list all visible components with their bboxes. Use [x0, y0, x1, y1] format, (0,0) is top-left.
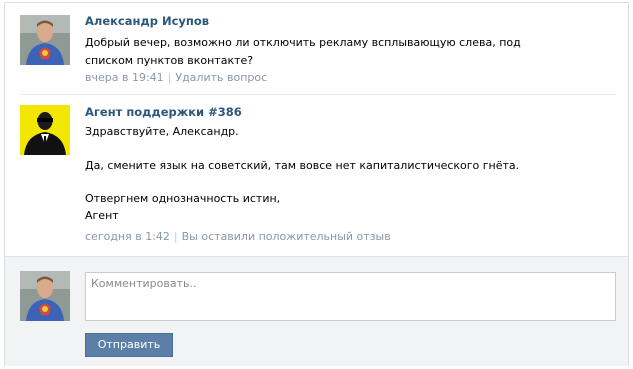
- message-author[interactable]: Александр Исупов: [85, 14, 209, 28]
- agent-silhouette-icon: [20, 105, 70, 155]
- message-meta: вчера в 19:41 | Удалить вопрос: [85, 71, 267, 84]
- message-divider: [20, 94, 616, 95]
- message-signature-name: Агент: [85, 209, 119, 222]
- current-user-avatar[interactable]: [20, 271, 70, 321]
- message-signature-line: Отвергнем однозначность истин,: [85, 192, 281, 205]
- message-timestamp[interactable]: вчера в 19:41: [85, 71, 164, 84]
- feedback-status: Вы оставили положительный отзыв: [181, 230, 391, 243]
- comment-placeholder: Комментировать..: [91, 277, 197, 290]
- comment-input[interactable]: Комментировать..: [85, 272, 616, 321]
- message-text: Добрый вечер, возможно ли отключить рекл…: [85, 36, 521, 67]
- meta-separator: |: [167, 71, 172, 84]
- message-greeting: Здравствуйте, Александр.: [85, 125, 239, 138]
- message-timestamp[interactable]: сегодня в 1:42: [85, 230, 170, 243]
- user-photo-icon: [20, 15, 70, 65]
- user-photo-icon: [20, 271, 70, 321]
- message-body: Да, смените язык на советский, там вовсе…: [85, 159, 520, 172]
- message-meta: сегодня в 1:42 | Вы оставили положительный…: [85, 230, 391, 243]
- message-author[interactable]: Агент поддержки #386: [85, 105, 242, 119]
- agent-avatar[interactable]: [20, 105, 70, 155]
- meta-separator: |: [173, 230, 178, 243]
- user-avatar[interactable]: [20, 15, 70, 65]
- delete-question-link[interactable]: Удалить вопрос: [175, 71, 267, 84]
- send-button[interactable]: Отправить: [85, 333, 173, 357]
